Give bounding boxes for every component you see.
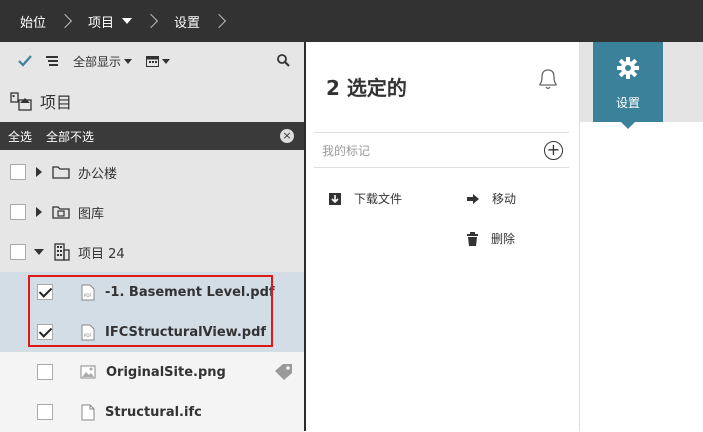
list-view-button[interactable] (46, 55, 59, 67)
selection-count-title: 2 选定的 (326, 72, 407, 101)
show-all-label: 全部显示 (73, 54, 122, 69)
image-file-icon (80, 365, 96, 379)
tree-item-label: 办公楼 (78, 166, 118, 182)
panel-title-label: 项目 (40, 93, 73, 112)
list-icon (46, 56, 58, 66)
breadcrumb-home[interactable]: 始位 (20, 12, 46, 31)
checkmark-icon (18, 55, 32, 67)
top-bar: 始位 项目 设置 (0, 0, 703, 42)
breadcrumb-home-label: 始位 (20, 15, 47, 31)
chevron-down-icon (122, 18, 133, 24)
move-label: 移动 (492, 192, 517, 206)
highlight-selection-box (28, 275, 273, 347)
row-checkbox[interactable] (37, 364, 53, 380)
file-row-structural[interactable]: Structural.ifc (0, 392, 304, 432)
row-checkbox[interactable] (10, 204, 26, 220)
delete-label: 删除 (491, 232, 516, 246)
file-icon (81, 404, 95, 420)
breadcrumb-settings-label: 设置 (174, 15, 201, 31)
tab-settings-label: 设置 (615, 96, 640, 110)
file-toolbar: 全部显示 (0, 42, 304, 80)
selection-bar: 全选 全部不选 × (0, 122, 304, 150)
tree-item-label: 项目 24 (78, 246, 125, 262)
project-tree-icon (10, 92, 32, 111)
building-icon (54, 243, 70, 261)
arrow-right-icon (467, 193, 479, 204)
chevron-down-icon (124, 58, 133, 64)
collapse-arrow-icon[interactable] (34, 249, 44, 255)
row-checkbox[interactable] (10, 164, 26, 180)
download-label: 下载文件 (354, 192, 403, 206)
row-checkbox[interactable] (10, 244, 26, 260)
file-row-originalsite[interactable]: OriginalSite.png (0, 352, 304, 392)
expand-arrow-icon[interactable] (36, 207, 42, 217)
tab-settings[interactable]: 设置 (593, 42, 663, 129)
expand-arrow-icon[interactable] (36, 167, 42, 177)
select-mode-button[interactable] (18, 55, 32, 67)
bell-icon[interactable] (536, 66, 560, 92)
selection-count-label: 2 选定的 (326, 76, 407, 100)
selection-details-panel: 2 选定的 我的标记 + 下载文件 移动 删除 (306, 42, 579, 431)
tree-item-label: 图库 (78, 206, 105, 222)
show-all-dropdown[interactable]: 全部显示 (73, 53, 133, 70)
search-button[interactable] (277, 54, 290, 70)
select-all-link[interactable]: 全选 (8, 128, 32, 145)
my-tags-field[interactable]: 我的标记 + (314, 132, 569, 168)
folder-icon (52, 166, 70, 179)
calendar-icon (146, 56, 160, 67)
panel-title: 项目 (0, 80, 304, 122)
calendar-dropdown[interactable] (146, 55, 171, 67)
chevron-right-icon (211, 13, 227, 29)
row-checkbox[interactable] (37, 404, 53, 420)
move-button[interactable]: 移动 (466, 190, 516, 207)
chevron-right-icon (143, 13, 159, 29)
delete-button[interactable]: 删除 (466, 230, 515, 247)
chevron-down-icon (162, 58, 171, 64)
gear-icon (617, 57, 639, 79)
breadcrumb-project[interactable]: 项目 (88, 12, 133, 31)
clear-selection-icon[interactable]: × (280, 129, 294, 143)
tree-row-drawings[interactable]: 图库 (0, 192, 304, 232)
chevron-right-icon (57, 13, 73, 29)
drawing-folder-icon (52, 206, 70, 219)
side-tabs-panel: 设置 (580, 42, 703, 431)
download-button[interactable]: 下载文件 (328, 190, 402, 207)
add-tag-icon[interactable]: + (544, 141, 563, 160)
tab-pointer (621, 122, 635, 129)
download-icon (329, 192, 341, 205)
tree-row-project24[interactable]: 项目 24 (0, 232, 304, 272)
tag-icon[interactable] (274, 363, 294, 381)
my-tags-placeholder: 我的标记 (322, 143, 371, 158)
file-name: Structural.ifc (105, 404, 202, 420)
breadcrumb-project-label: 项目 (88, 15, 115, 31)
search-icon (277, 54, 290, 67)
breadcrumb-settings[interactable]: 设置 (174, 12, 200, 31)
file-name: OriginalSite.png (106, 364, 226, 380)
tree-row-office[interactable]: 办公楼 (0, 152, 304, 192)
trash-icon (467, 231, 478, 246)
deselect-all-link[interactable]: 全部不选 (46, 128, 94, 145)
